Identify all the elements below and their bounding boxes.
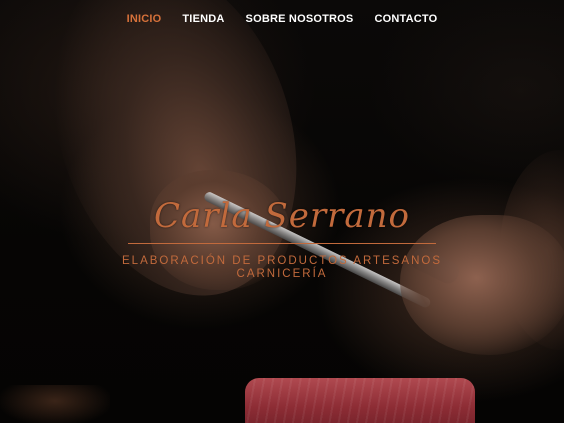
main-nav: INICIO TIENDA SOBRE NOSOTROS CONTACTO bbox=[0, 13, 564, 25]
hero-photo-board bbox=[0, 385, 110, 423]
brand-tagline: ELABORACIÓN DE PRODUCTOS ARTESANOS bbox=[122, 255, 442, 267]
hero-page: INICIO TIENDA SOBRE NOSOTROS CONTACTO Ca… bbox=[0, 0, 564, 423]
nav-item-contacto[interactable]: CONTACTO bbox=[374, 13, 437, 25]
brand-divider bbox=[128, 243, 436, 244]
hero-photo-meat bbox=[245, 378, 475, 423]
brand-logo: Carla Serrano bbox=[0, 196, 564, 236]
nav-item-sobre-nosotros[interactable]: SOBRE NOSOTROS bbox=[246, 13, 354, 25]
nav-item-inicio[interactable]: INICIO bbox=[127, 13, 162, 25]
hero-photo-right-hand bbox=[400, 215, 564, 355]
brand-subtitle: CARNICERÍA bbox=[236, 268, 328, 280]
nav-item-tienda[interactable]: TIENDA bbox=[182, 13, 224, 25]
brand-name: Carla Serrano bbox=[153, 196, 411, 236]
